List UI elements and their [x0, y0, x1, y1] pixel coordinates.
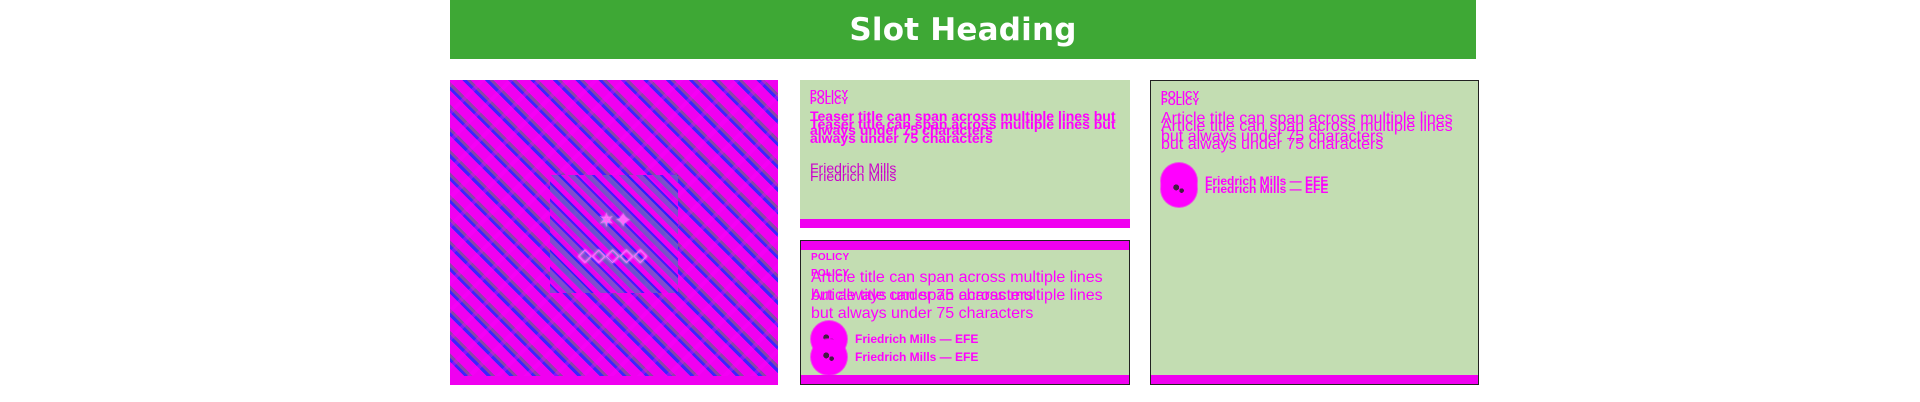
kicker-label[interactable]: POLICY [1161, 98, 1199, 108]
avatar[interactable] [1161, 171, 1197, 207]
byline[interactable]: Friedrich Mills — EFE [1161, 171, 1328, 207]
middle-column: POLICY POLICY Teaser title can span acro… [800, 80, 1130, 385]
card-top-bar [801, 241, 1129, 250]
byline[interactable]: Friedrich Mills — EFE [811, 339, 978, 375]
teaser-title[interactable]: Teaser title can span across multiple li… [810, 117, 1120, 145]
featured-overlay-mark-1: ✶✦ [598, 208, 632, 232]
image-placeholder-icon [550, 175, 678, 293]
kicker-label[interactable]: POLICY [811, 253, 849, 263]
card-bottom-bar [801, 375, 1129, 384]
slot-heading: Slot Heading [849, 11, 1077, 48]
byline-text[interactable]: Friedrich Mills — EFE [855, 350, 978, 364]
article-card[interactable]: POLICY POLICY Article title can span acr… [800, 240, 1130, 385]
card-bottom-bar [800, 219, 1130, 228]
author-name[interactable]: Friedrich Mills [810, 169, 896, 183]
featured-bottom-bar [450, 376, 778, 385]
teaser-card[interactable]: POLICY POLICY Teaser title can span acro… [800, 80, 1130, 228]
article-card[interactable]: POLICY POLICY Article title can span acr… [1150, 80, 1479, 385]
avatar[interactable] [811, 339, 847, 375]
kicker-label[interactable]: POLICY [810, 97, 848, 107]
slot-container: Slot Heading ✶✦ ◇◇◇◇◇ POLICY POLICY Teas… [450, 0, 1479, 402]
article-title[interactable]: Article title can span across multiple l… [811, 287, 1121, 323]
card-bottom-bar [1151, 375, 1478, 384]
slot-heading-bar: Slot Heading [450, 0, 1476, 59]
featured-overlay-mark-2: ◇◇◇◇◇ [578, 245, 648, 266]
byline-text[interactable]: Friedrich Mills — EFE [1205, 182, 1328, 196]
article-title[interactable]: Article title can span across multiple l… [1161, 118, 1466, 154]
right-column: POLICY POLICY Article title can span acr… [1150, 80, 1479, 385]
featured-tile[interactable]: ✶✦ ◇◇◇◇◇ [450, 80, 778, 385]
